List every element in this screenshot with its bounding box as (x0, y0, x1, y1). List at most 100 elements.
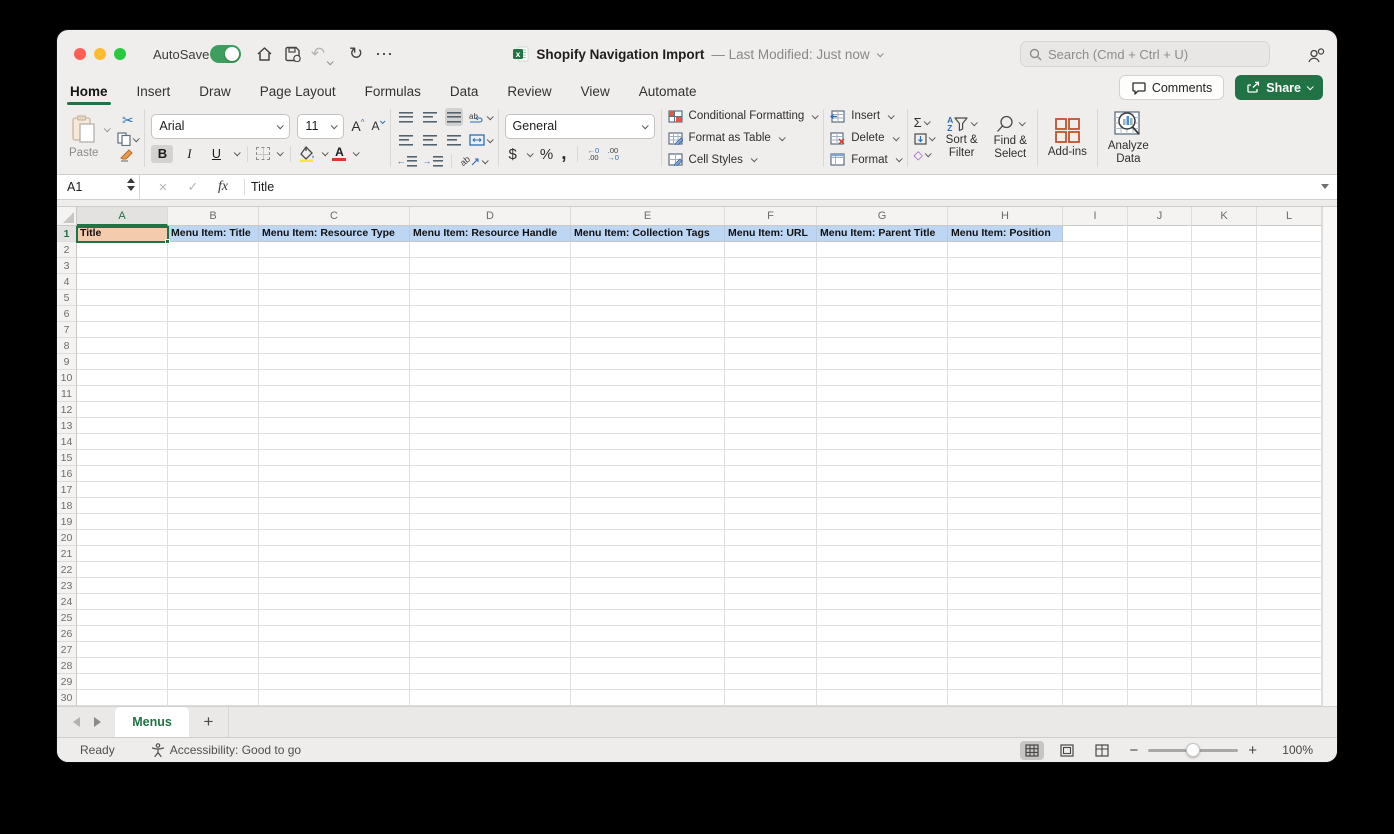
column-header-d[interactable]: D (410, 207, 571, 226)
cell-B9[interactable] (168, 354, 259, 370)
row-header-11[interactable]: 11 (57, 386, 77, 402)
cell-B13[interactable] (168, 418, 259, 434)
cell-A21[interactable] (77, 546, 168, 562)
column-header-e[interactable]: E (571, 207, 725, 226)
align-center-icon[interactable] (421, 131, 439, 149)
cell-L17[interactable] (1257, 482, 1322, 498)
cell-A12[interactable] (77, 402, 168, 418)
cell-D29[interactable] (410, 674, 571, 690)
cell-H6[interactable] (948, 306, 1063, 322)
cell-H10[interactable] (948, 370, 1063, 386)
cell-H20[interactable] (948, 530, 1063, 546)
cell-J27[interactable] (1128, 642, 1192, 658)
cell-D22[interactable] (410, 562, 571, 578)
cell-A24[interactable] (77, 594, 168, 610)
cell-H11[interactable] (948, 386, 1063, 402)
cell-K27[interactable] (1192, 642, 1257, 658)
cell-L19[interactable] (1257, 514, 1322, 530)
cell-J2[interactable] (1128, 242, 1192, 258)
cell-J11[interactable] (1128, 386, 1192, 402)
column-header-a[interactable]: A (77, 207, 168, 226)
cell-E23[interactable] (571, 578, 725, 594)
cell-E3[interactable] (571, 258, 725, 274)
row-header-4[interactable]: 4 (57, 274, 77, 290)
cell-C25[interactable] (259, 610, 410, 626)
cell-G8[interactable] (817, 338, 948, 354)
tab-data[interactable]: Data (449, 82, 480, 101)
cell-H29[interactable] (948, 674, 1063, 690)
cell-A17[interactable] (77, 482, 168, 498)
cell-L13[interactable] (1257, 418, 1322, 434)
cell-D15[interactable] (410, 450, 571, 466)
cell-D14[interactable] (410, 434, 571, 450)
cell-H13[interactable] (948, 418, 1063, 434)
cell-B30[interactable] (168, 690, 259, 706)
cell-B12[interactable] (168, 402, 259, 418)
cell-C29[interactable] (259, 674, 410, 690)
cell-J17[interactable] (1128, 482, 1192, 498)
cell-D26[interactable] (410, 626, 571, 642)
row-header-3[interactable]: 3 (57, 258, 77, 274)
cell-D19[interactable] (410, 514, 571, 530)
cell-E6[interactable] (571, 306, 725, 322)
cell-I21[interactable] (1063, 546, 1128, 562)
cell-G14[interactable] (817, 434, 948, 450)
cell-I11[interactable] (1063, 386, 1128, 402)
cell-B25[interactable] (168, 610, 259, 626)
cell-C15[interactable] (259, 450, 410, 466)
cell-A7[interactable] (77, 322, 168, 338)
cell-F12[interactable] (725, 402, 817, 418)
cell-I2[interactable] (1063, 242, 1128, 258)
cell-I1[interactable] (1063, 226, 1128, 242)
cell-I24[interactable] (1063, 594, 1128, 610)
cell-E24[interactable] (571, 594, 725, 610)
cell-B17[interactable] (168, 482, 259, 498)
cell-D16[interactable] (410, 466, 571, 482)
paste-button[interactable]: Paste (65, 113, 102, 162)
cell-H22[interactable] (948, 562, 1063, 578)
cell-F21[interactable] (725, 546, 817, 562)
cell-K1[interactable] (1192, 226, 1257, 242)
cell-F19[interactable] (725, 514, 817, 530)
cell-E25[interactable] (571, 610, 725, 626)
cell-I30[interactable] (1063, 690, 1128, 706)
cell-E22[interactable] (571, 562, 725, 578)
autosave-toggle[interactable] (210, 45, 241, 63)
cell-A14[interactable] (77, 434, 168, 450)
row-header-10[interactable]: 10 (57, 370, 77, 386)
row-header-20[interactable]: 20 (57, 530, 77, 546)
cell-D20[interactable] (410, 530, 571, 546)
cell-K13[interactable] (1192, 418, 1257, 434)
row-header-25[interactable]: 25 (57, 610, 77, 626)
insert-function-icon[interactable]: fx (208, 179, 238, 195)
cell-I25[interactable] (1063, 610, 1128, 626)
fill-color-icon[interactable] (299, 146, 315, 162)
close-window-button[interactable] (74, 48, 86, 60)
currency-chevron-icon[interactable] (527, 150, 534, 157)
add-sheet-button[interactable]: + (189, 707, 229, 737)
cell-L26[interactable] (1257, 626, 1322, 642)
copy-button[interactable] (117, 132, 138, 146)
cell-C19[interactable] (259, 514, 410, 530)
align-top-icon[interactable] (397, 108, 415, 126)
cell-F15[interactable] (725, 450, 817, 466)
row-header-2[interactable]: 2 (57, 242, 77, 258)
cell-C18[interactable] (259, 498, 410, 514)
fill-color-chevron-icon[interactable] (322, 149, 329, 156)
cell-B20[interactable] (168, 530, 259, 546)
cut-icon[interactable]: ✂ (117, 112, 138, 129)
cell-B21[interactable] (168, 546, 259, 562)
cell-J10[interactable] (1128, 370, 1192, 386)
cell-A13[interactable] (77, 418, 168, 434)
cell-D9[interactable] (410, 354, 571, 370)
save-icon[interactable] (281, 43, 303, 65)
cell-I15[interactable] (1063, 450, 1128, 466)
cell-C11[interactable] (259, 386, 410, 402)
cell-L27[interactable] (1257, 642, 1322, 658)
cell-L12[interactable] (1257, 402, 1322, 418)
cell-A10[interactable] (77, 370, 168, 386)
cell-C3[interactable] (259, 258, 410, 274)
font-name-select[interactable]: Arial (151, 114, 290, 139)
align-middle-icon[interactable] (421, 108, 439, 126)
cell-A29[interactable] (77, 674, 168, 690)
